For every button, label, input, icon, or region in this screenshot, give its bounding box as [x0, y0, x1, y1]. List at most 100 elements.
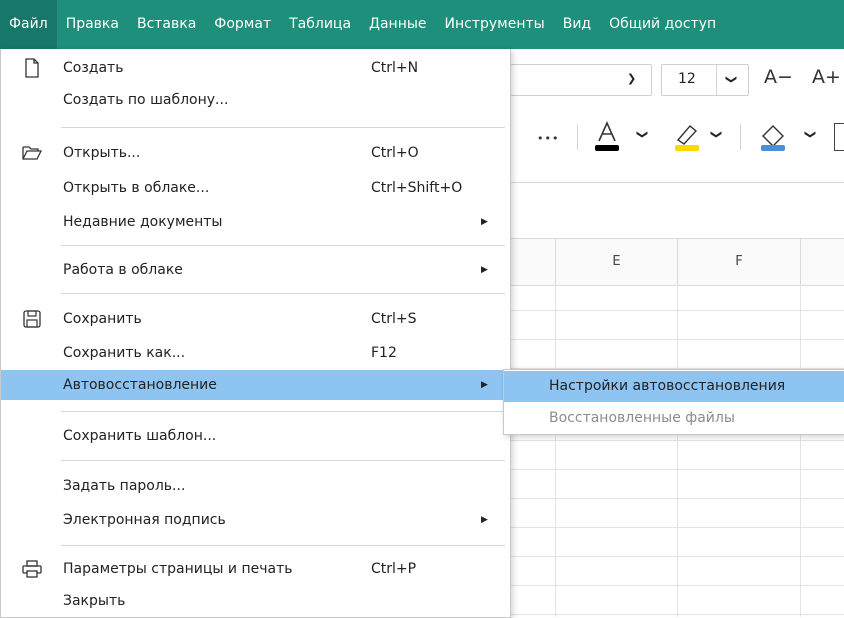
chevron-down-icon: ❯: [627, 72, 637, 85]
menu-insert[interactable]: Вставка: [128, 0, 205, 49]
font-color-icon: [595, 121, 619, 151]
menu-item-shortcut: Ctrl+Shift+O: [371, 180, 463, 196]
menu-item-create-from-template[interactable]: Создать по шаблону...: [1, 85, 510, 115]
menu-table[interactable]: Таблица: [280, 0, 360, 49]
column-header-f[interactable]: F: [678, 238, 801, 286]
increase-font-button[interactable]: A+: [812, 66, 841, 88]
grid-line: [555, 284, 556, 617]
grid-line: [800, 284, 801, 617]
menu-item-label: Автовосстановление: [63, 377, 217, 393]
menu-item-shortcut: Ctrl+P: [371, 561, 417, 577]
menu-divider: [61, 411, 505, 412]
font-name-dropdown[interactable]: ❯: [616, 64, 646, 94]
highlighter-icon: [675, 125, 699, 151]
grid-line: [505, 527, 844, 528]
more-button[interactable]: •••: [537, 132, 559, 145]
menu-item-autorecovery[interactable]: Автовосстановление ▶: [1, 370, 510, 400]
menu-item-label: Недавние документы: [63, 214, 223, 230]
increase-font-icon: A+: [812, 66, 841, 88]
menu-item-label: Электронная подпись: [63, 512, 226, 528]
column-label: F: [735, 254, 743, 269]
menu-item-set-password[interactable]: Задать пароль...: [1, 471, 510, 501]
font-size-combo[interactable]: 12 ❯: [661, 64, 749, 96]
menu-divider: [61, 293, 505, 294]
menu-item-save-as[interactable]: Сохранить как... F12: [1, 338, 510, 368]
divider: [740, 124, 741, 150]
menu-item-label: Создать по шаблону...: [63, 92, 229, 108]
menu-divider: [61, 127, 505, 128]
menu-item-label: Сохранить: [63, 311, 142, 327]
grid-line: [505, 310, 844, 311]
fill-color-button[interactable]: [756, 118, 790, 154]
menu-item-open-cloud[interactable]: Открыть в облаке... Ctrl+Shift+O: [1, 173, 510, 203]
highlight-color-button[interactable]: [670, 118, 704, 154]
menu-sharing[interactable]: Общий доступ: [600, 0, 725, 49]
column-header-e[interactable]: E: [556, 238, 678, 286]
grid-line: [505, 556, 844, 557]
menu-divider: [61, 245, 505, 246]
column-header-d[interactable]: [505, 238, 556, 286]
decrease-font-button[interactable]: A−: [764, 66, 793, 88]
menu-item-shortcut: F12: [371, 345, 397, 361]
formula-bar-border: [505, 182, 844, 183]
chevron-down-icon[interactable]: ❯: [636, 130, 649, 139]
submenu-item-label: Настройки автовосстановления: [549, 378, 786, 394]
file-menu: Создать Ctrl+N Создать по шаблону... Отк…: [0, 49, 511, 618]
menu-tools[interactable]: Инструменты: [436, 0, 554, 49]
submenu-item-autorecovery-settings[interactable]: Настройки автовосстановления: [504, 371, 844, 402]
menu-view[interactable]: Вид: [554, 0, 600, 49]
menu-item-digital-signature[interactable]: Электронная подпись ▶: [1, 505, 510, 535]
more-icon: •••: [537, 132, 560, 145]
menu-divider: [61, 460, 505, 461]
grid-line: [505, 469, 844, 470]
menu-item-label: Работа в облаке: [63, 262, 183, 278]
grid-line: [677, 284, 678, 617]
grid-line: [505, 498, 844, 499]
save-icon: [21, 308, 43, 330]
autorecovery-submenu: Настройки автовосстановления Восстановле…: [503, 369, 844, 435]
divider: [577, 124, 578, 150]
menu-item-page-setup-print[interactable]: Параметры страницы и печать Ctrl+P: [1, 554, 510, 584]
menu-divider: [61, 545, 505, 546]
menu-format[interactable]: Формат: [205, 0, 280, 49]
grid-line: [505, 339, 844, 340]
borders-icon[interactable]: [834, 123, 844, 151]
menu-item-label: Сохранить шаблон...: [63, 428, 217, 444]
menu-file[interactable]: Файл: [0, 0, 57, 49]
menu-item-save[interactable]: Сохранить Ctrl+S: [1, 304, 510, 334]
submenu-arrow-icon: ▶: [481, 380, 488, 390]
menu-item-shortcut: Ctrl+S: [371, 311, 417, 327]
column-header-g[interactable]: [801, 238, 844, 286]
menu-item-save-template[interactable]: Сохранить шаблон...: [1, 421, 510, 451]
divider: [716, 65, 717, 95]
chevron-down-icon: ❯: [725, 74, 739, 85]
font-color-button[interactable]: [590, 118, 624, 154]
menu-item-shortcut: Ctrl+N: [371, 60, 419, 76]
decrease-font-icon: A−: [764, 66, 793, 88]
menu-item-cloud-work[interactable]: Работа в облаке ▶: [1, 255, 510, 285]
submenu-arrow-icon: ▶: [481, 217, 488, 227]
menu-item-open[interactable]: Открыть... Ctrl+O: [1, 138, 510, 168]
new-document-icon: [21, 57, 43, 79]
fill-bucket-icon: [761, 125, 785, 151]
grid-line: [505, 440, 844, 441]
menu-item-close[interactable]: Закрыть: [1, 586, 510, 616]
menu-item-label: Создать: [63, 60, 124, 76]
print-icon: [21, 558, 43, 580]
grid-line: [505, 614, 844, 615]
menu-item-recent-documents[interactable]: Недавние документы ▶: [1, 207, 510, 237]
submenu-arrow-icon: ▶: [481, 265, 488, 275]
chevron-down-icon[interactable]: ❯: [804, 130, 817, 139]
menu-item-label: Сохранить как...: [63, 345, 186, 361]
submenu-arrow-icon: ▶: [481, 515, 488, 525]
menu-item-label: Открыть в облаке...: [63, 180, 210, 196]
menu-item-label: Параметры страницы и печать: [63, 561, 293, 577]
menu-item-label: Задать пароль...: [63, 478, 186, 494]
menu-data[interactable]: Данные: [360, 0, 436, 49]
chevron-down-icon[interactable]: ❯: [710, 130, 723, 139]
menubar: Файл Правка Вставка Формат Таблица Данны…: [0, 0, 844, 49]
menu-item-shortcut: Ctrl+O: [371, 145, 419, 161]
menu-edit[interactable]: Правка: [57, 0, 128, 49]
grid-line: [505, 585, 844, 586]
menu-item-create[interactable]: Создать Ctrl+N: [1, 53, 510, 83]
